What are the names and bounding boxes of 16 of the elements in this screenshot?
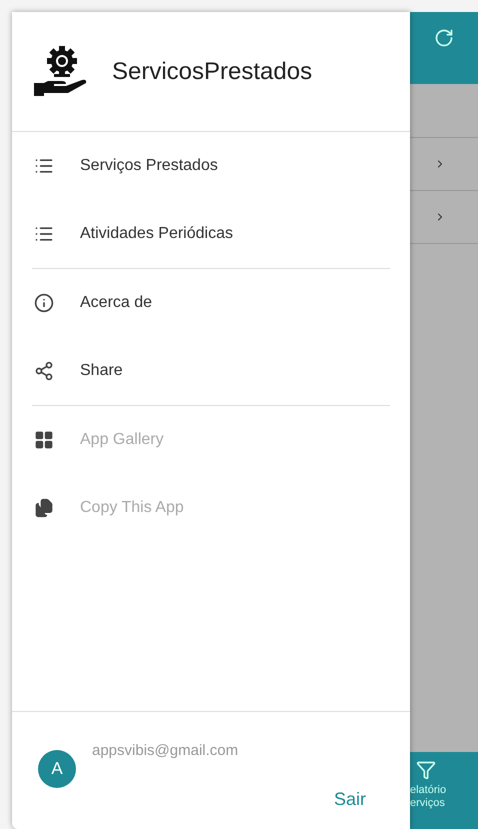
avatar: A: [38, 750, 76, 788]
grid-icon: [34, 430, 54, 450]
info-icon: [34, 293, 54, 313]
bottom-tab[interactable]: elatório erviços: [410, 752, 478, 829]
menu-item[interactable]: Serviços Prestados: [32, 132, 390, 200]
app-title: ServicosPrestados: [112, 56, 312, 86]
menu-item[interactable]: Share: [32, 337, 390, 405]
tab-label: elatório erviços: [410, 784, 446, 810]
menu-item[interactable]: Atividades Periódicas: [32, 200, 390, 268]
refresh-icon[interactable]: [434, 28, 454, 48]
filter-icon: [416, 760, 436, 780]
logout-button[interactable]: Sair: [330, 786, 370, 813]
account-email: appsvibis@gmail.com: [92, 741, 238, 761]
share-icon: [34, 361, 54, 381]
menu-item[interactable]: Acerca de: [32, 269, 390, 337]
documents-icon: [34, 498, 54, 518]
